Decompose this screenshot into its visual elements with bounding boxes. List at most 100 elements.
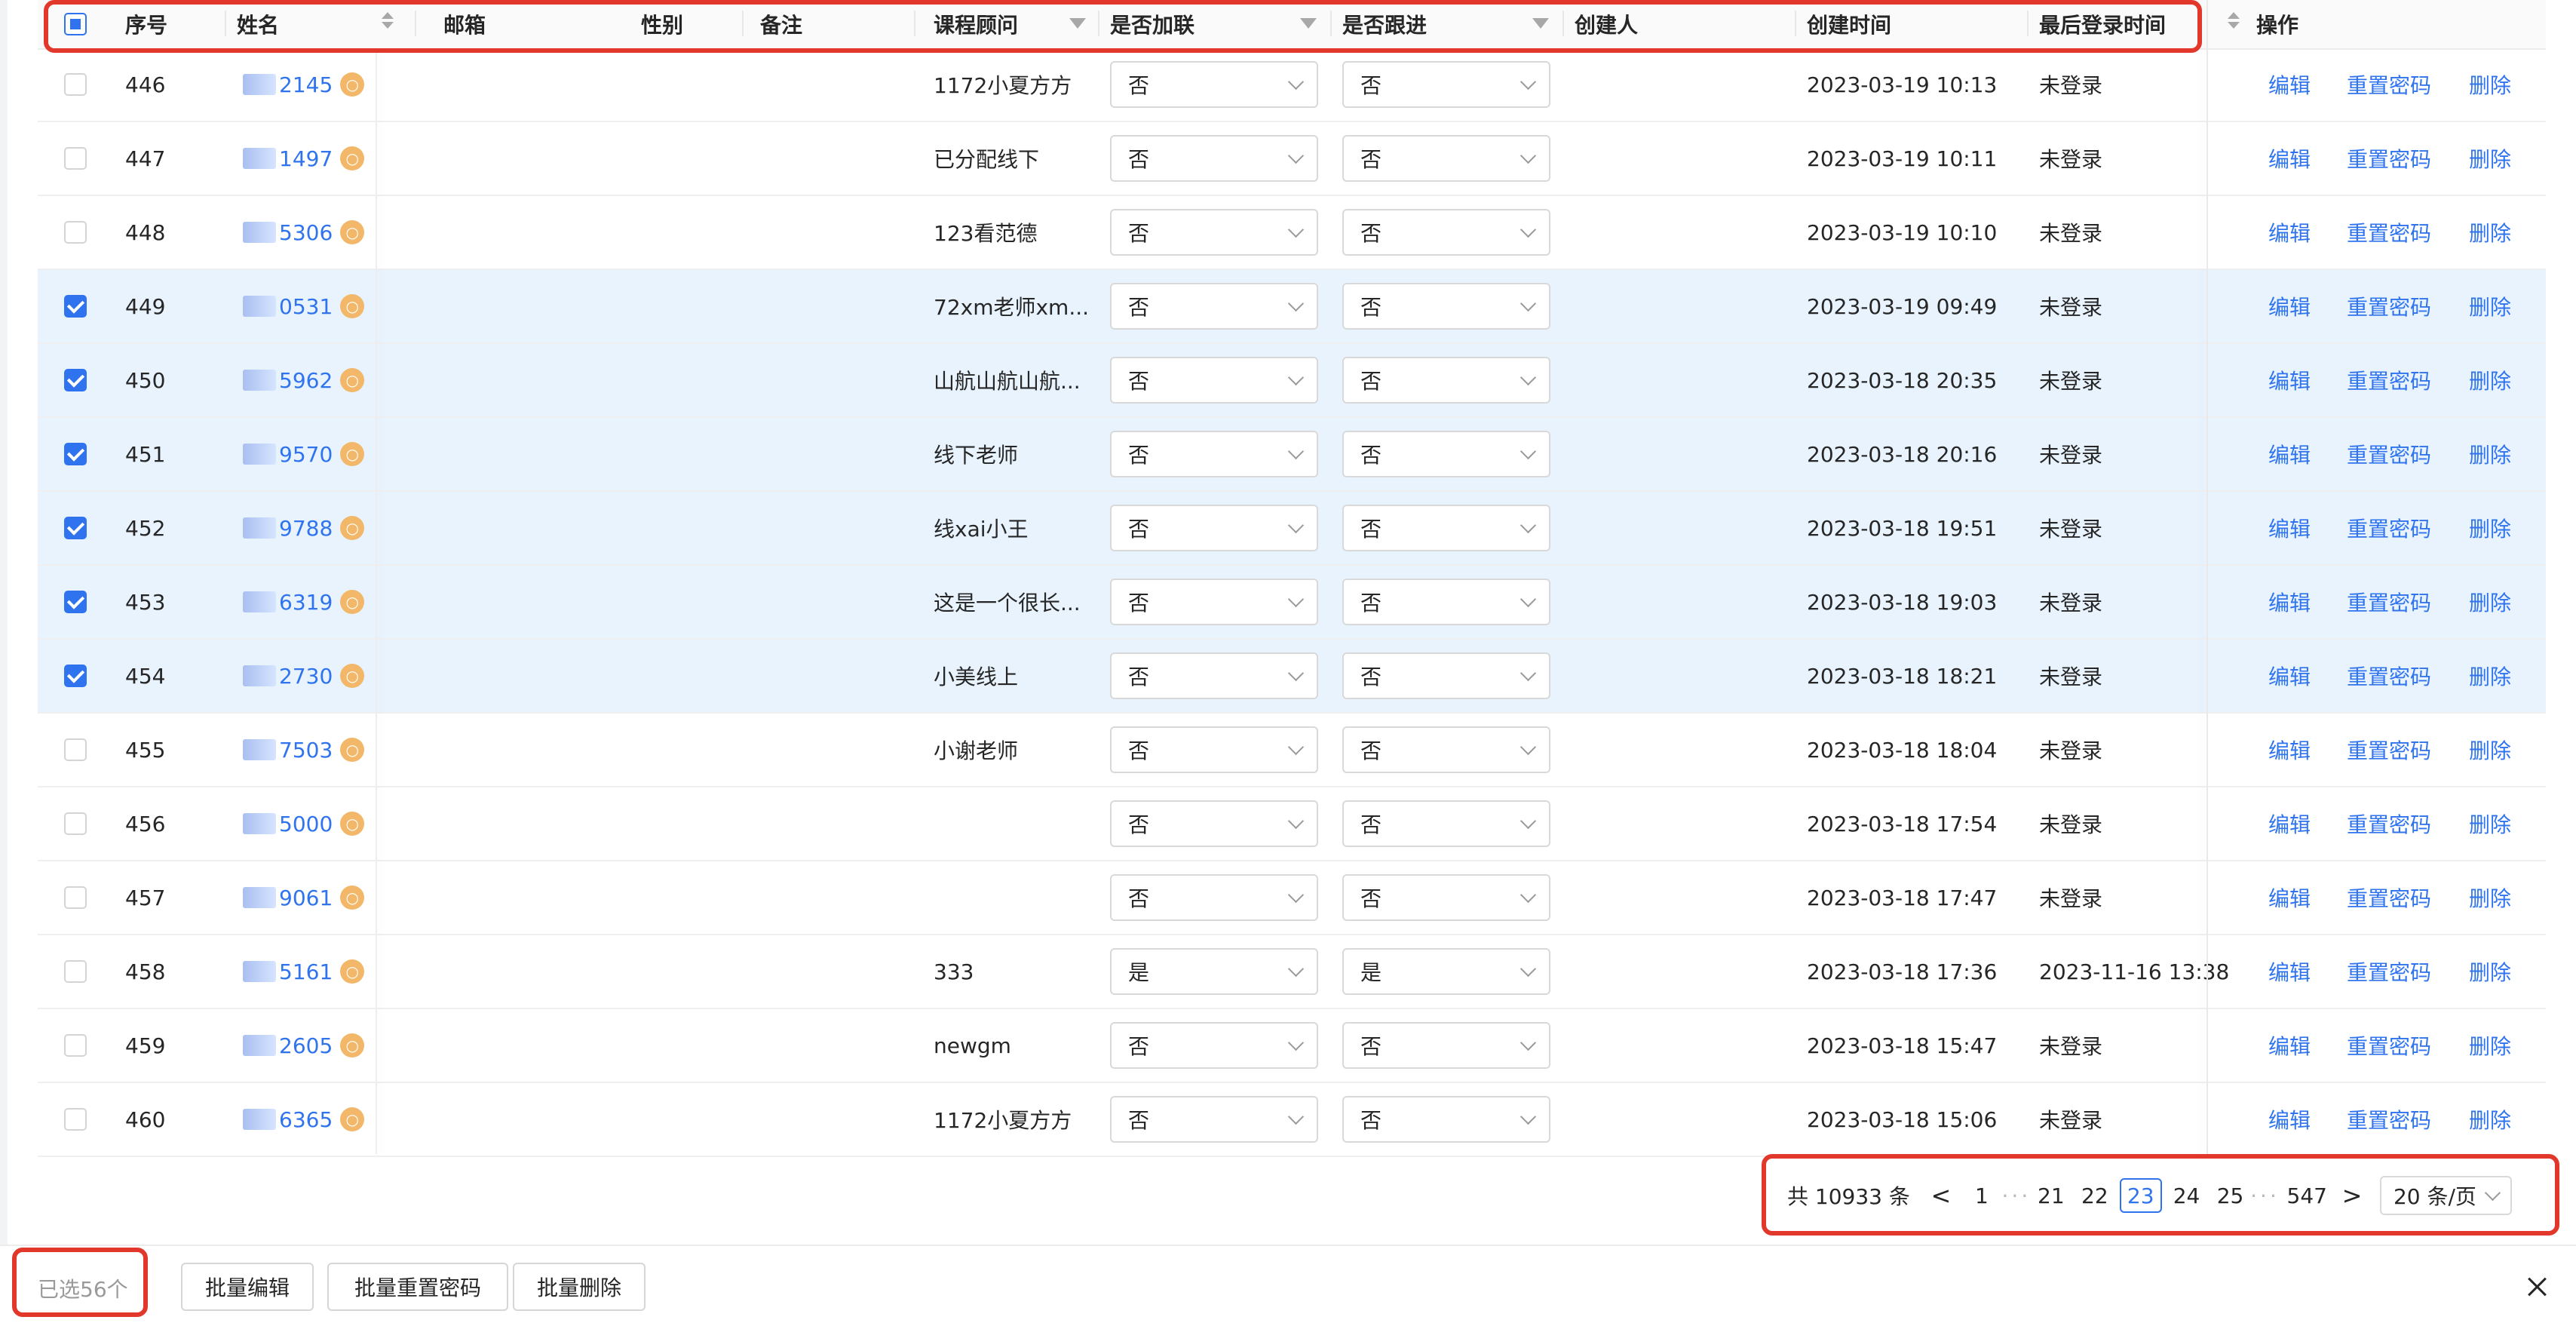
row-checkbox[interactable] — [64, 738, 87, 761]
row-checkbox[interactable] — [64, 960, 87, 983]
table-row[interactable]: 451 9570 ○ 线下老师 否 否 2023-03-18 20:16 未登录 编辑 重置密码删… — [38, 418, 2546, 492]
delete-link[interactable]: 删除 — [2469, 640, 2511, 712]
followed-select[interactable]: 是 — [1342, 948, 1550, 995]
reset-password-link[interactable]: 重置密码 — [2347, 1083, 2431, 1156]
page-size-select[interactable]: 20 条/页 — [2379, 1176, 2512, 1215]
row-checkbox[interactable] — [64, 812, 87, 835]
user-name-link[interactable]: 5161 — [279, 959, 333, 984]
row-checkbox[interactable] — [64, 591, 87, 613]
followed-select[interactable]: 否 — [1342, 431, 1550, 477]
edit-link[interactable]: 编辑 — [2268, 122, 2311, 195]
edit-link[interactable]: 编辑 — [2268, 935, 2311, 1008]
joined-select[interactable]: 否 — [1110, 726, 1318, 773]
delete-link[interactable]: 删除 — [2469, 787, 2511, 860]
joined-select[interactable]: 是 — [1110, 948, 1318, 995]
row-checkbox[interactable] — [64, 517, 87, 539]
reset-password-link[interactable]: 重置密码 — [2347, 122, 2431, 195]
followed-select[interactable]: 否 — [1342, 579, 1550, 625]
followed-select[interactable]: 否 — [1342, 209, 1550, 256]
edit-link[interactable]: 编辑 — [2268, 48, 2311, 121]
edit-link[interactable]: 编辑 — [2268, 1009, 2311, 1082]
last-login-sort-icon[interactable] — [2228, 12, 2240, 29]
joined-select[interactable]: 否 — [1110, 505, 1318, 551]
row-checkbox[interactable] — [64, 886, 87, 909]
joined-select[interactable]: 否 — [1110, 1022, 1318, 1069]
joined-select[interactable]: 否 — [1110, 61, 1318, 108]
joined-select[interactable]: 否 — [1110, 135, 1318, 182]
joined-select[interactable]: 否 — [1110, 579, 1318, 625]
user-name-link[interactable]: 0531 — [279, 294, 333, 319]
row-checkbox[interactable] — [64, 147, 87, 170]
joined-select[interactable]: 否 — [1110, 1096, 1318, 1143]
row-checkbox[interactable] — [64, 1108, 87, 1131]
page-25[interactable]: 25 — [2213, 1178, 2248, 1213]
table-row[interactable]: 459 2605 ○ newgm 否 否 2023-03-18 15:47 未登录 编辑 重置密码… — [38, 1009, 2546, 1083]
reset-password-link[interactable]: 重置密码 — [2347, 787, 2431, 860]
table-row[interactable]: 455 7503 ○ 小谢老师 否 否 2023-03-18 18:04 未登录 编辑 重置密码删… — [38, 714, 2546, 787]
page-23-current[interactable]: 23 — [2119, 1178, 2162, 1213]
joined-select[interactable]: 否 — [1110, 652, 1318, 699]
table-row[interactable]: 447 1497 ○ 已分配线下 否 否 2023-03-19 10:11 未登录 编辑 重置密码… — [38, 122, 2546, 196]
advisor-filter-icon[interactable] — [1069, 18, 1086, 29]
reset-password-link[interactable]: 重置密码 — [2347, 418, 2431, 490]
joined-filter-icon[interactable] — [1300, 18, 1317, 29]
reset-password-link[interactable]: 重置密码 — [2347, 48, 2431, 121]
name-sort-icon[interactable] — [382, 12, 394, 29]
row-checkbox[interactable] — [64, 295, 87, 318]
followed-select[interactable]: 否 — [1342, 652, 1550, 699]
delete-link[interactable]: 删除 — [2469, 122, 2511, 195]
followed-select[interactable]: 否 — [1342, 61, 1550, 108]
table-row[interactable]: 448 5306 ○ 123看范德 否 否 2023-03-19 10:10 未登录 编辑 重置密… — [38, 196, 2546, 270]
delete-link[interactable]: 删除 — [2469, 1083, 2511, 1156]
joined-select[interactable]: 否 — [1110, 431, 1318, 477]
delete-link[interactable]: 删除 — [2469, 935, 2511, 1008]
row-checkbox[interactable] — [64, 1034, 87, 1057]
page-24[interactable]: 24 — [2170, 1178, 2204, 1213]
user-name-link[interactable]: 9570 — [279, 442, 333, 467]
reset-password-link[interactable]: 重置密码 — [2347, 714, 2431, 786]
edit-link[interactable]: 编辑 — [2268, 566, 2311, 638]
reset-password-link[interactable]: 重置密码 — [2347, 1009, 2431, 1082]
user-name-link[interactable]: 5000 — [279, 812, 333, 836]
followed-select[interactable]: 否 — [1342, 505, 1550, 551]
followed-select[interactable]: 否 — [1342, 1022, 1550, 1069]
followed-select[interactable]: 否 — [1342, 357, 1550, 404]
reset-password-link[interactable]: 重置密码 — [2347, 935, 2431, 1008]
page-21[interactable]: 21 — [2034, 1178, 2068, 1213]
followed-select[interactable]: 否 — [1342, 135, 1550, 182]
edit-link[interactable]: 编辑 — [2268, 714, 2311, 786]
reset-password-link[interactable]: 重置密码 — [2347, 492, 2431, 564]
row-checkbox[interactable] — [64, 443, 87, 465]
user-name-link[interactable]: 2605 — [279, 1033, 333, 1058]
edit-link[interactable]: 编辑 — [2268, 640, 2311, 712]
page-1[interactable]: 1 — [1964, 1178, 1999, 1213]
page-547[interactable]: 547 — [2287, 1178, 2327, 1213]
user-name-link[interactable]: 6319 — [279, 590, 333, 615]
page-dots-right[interactable]: ··· — [2248, 1178, 2283, 1213]
delete-link[interactable]: 删除 — [2469, 48, 2511, 121]
row-checkbox[interactable] — [64, 665, 87, 687]
reset-password-link[interactable]: 重置密码 — [2347, 196, 2431, 269]
row-checkbox[interactable] — [64, 369, 87, 391]
user-name-link[interactable]: 5962 — [279, 368, 333, 393]
joined-select[interactable]: 否 — [1110, 874, 1318, 921]
table-row[interactable]: 456 5000 ○ 否 否 2023-03-18 17:54 未登录 编辑 重置密码 删除 — [38, 787, 2546, 861]
followed-filter-icon[interactable] — [1532, 18, 1549, 29]
edit-link[interactable]: 编辑 — [2268, 787, 2311, 860]
next-page-icon[interactable]: > — [2335, 1178, 2369, 1213]
delete-link[interactable]: 删除 — [2469, 1009, 2511, 1082]
edit-link[interactable]: 编辑 — [2268, 861, 2311, 934]
close-icon[interactable] — [2525, 1275, 2549, 1299]
batch-edit-button[interactable]: 批量编辑 — [181, 1263, 314, 1311]
row-checkbox[interactable] — [64, 73, 87, 96]
table-row[interactable]: 457 9061 ○ 否 否 2023-03-18 17:47 未登录 编辑 重置密码 删除 — [38, 861, 2546, 935]
reset-password-link[interactable]: 重置密码 — [2347, 270, 2431, 342]
joined-select[interactable]: 否 — [1110, 209, 1318, 256]
page-dots-left[interactable]: ··· — [1999, 1178, 2034, 1213]
table-row[interactable]: 458 5161 ○ 333 是 是 2023-03-18 17:36 2023-11-16 … — [38, 935, 2546, 1009]
edit-link[interactable]: 编辑 — [2268, 196, 2311, 269]
batch-delete-button[interactable]: 批量删除 — [513, 1263, 646, 1311]
delete-link[interactable]: 删除 — [2469, 196, 2511, 269]
select-all-checkbox[interactable] — [64, 13, 87, 35]
edit-link[interactable]: 编辑 — [2268, 270, 2311, 342]
